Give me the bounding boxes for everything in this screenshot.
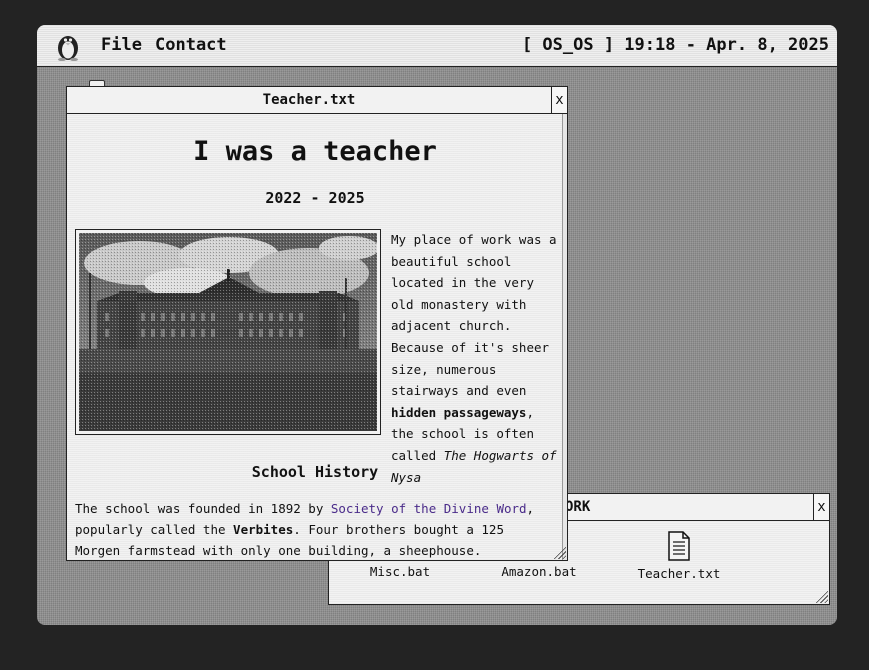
menu-file[interactable]: File — [101, 35, 142, 55]
intro-bold: hidden passageways — [391, 404, 527, 420]
document-icon — [668, 531, 690, 561]
teacher-window-close-button[interactable]: x — [551, 87, 567, 113]
page-title: I was a teacher — [193, 136, 437, 167]
history-bold: Verbites — [233, 522, 294, 537]
resize-handle[interactable] — [814, 589, 828, 603]
school-building-image — [79, 233, 377, 431]
teacher-window: Teacher.txt x I was a teacher 2022 - 202… — [66, 86, 568, 561]
menu-bar: File Contact [ OS_OS ] 19:18 - Apr. 8, 2… — [37, 25, 837, 67]
file-label: Amazon.bat — [501, 564, 577, 579]
file-teacher-txt[interactable]: Teacher.txt — [624, 530, 734, 581]
work-window-title: ORK — [565, 499, 591, 515]
year-range: 2022 - 2025 — [265, 189, 365, 207]
teacher-window-title: Teacher.txt — [262, 92, 356, 108]
file-label: Teacher.txt — [637, 566, 721, 581]
history-text: The school was founded in 1892 by — [75, 501, 331, 516]
menu-contact[interactable]: Contact — [155, 35, 227, 55]
society-link[interactable]: Society of the Divine Word — [331, 501, 527, 516]
school-photo — [75, 229, 381, 435]
history-paragraph: The school was founded in 1892 by Societ… — [75, 498, 555, 560]
intro-paragraph: My place of work was a beautiful school … — [391, 229, 561, 488]
document-content[interactable]: I was a teacher 2022 - 2025 My place of … — [67, 114, 563, 560]
teacher-window-titlebar[interactable]: Teacher.txt x — [67, 87, 567, 114]
system-clock: [ OS_OS ] 19:18 - Apr. 8, 2025 — [521, 35, 829, 55]
penguin-logo-icon[interactable] — [53, 31, 83, 61]
scrollbar[interactable] — [562, 114, 567, 560]
desktop: File Contact [ OS_OS ] 19:18 - Apr. 8, 2… — [37, 25, 837, 625]
file-label: Misc.bat — [369, 564, 431, 579]
work-window-close-button[interactable]: x — [813, 494, 829, 520]
intro-row: My place of work was a beautiful school … — [75, 229, 557, 485]
intro-text: My place of work was a beautiful school … — [391, 232, 557, 399]
